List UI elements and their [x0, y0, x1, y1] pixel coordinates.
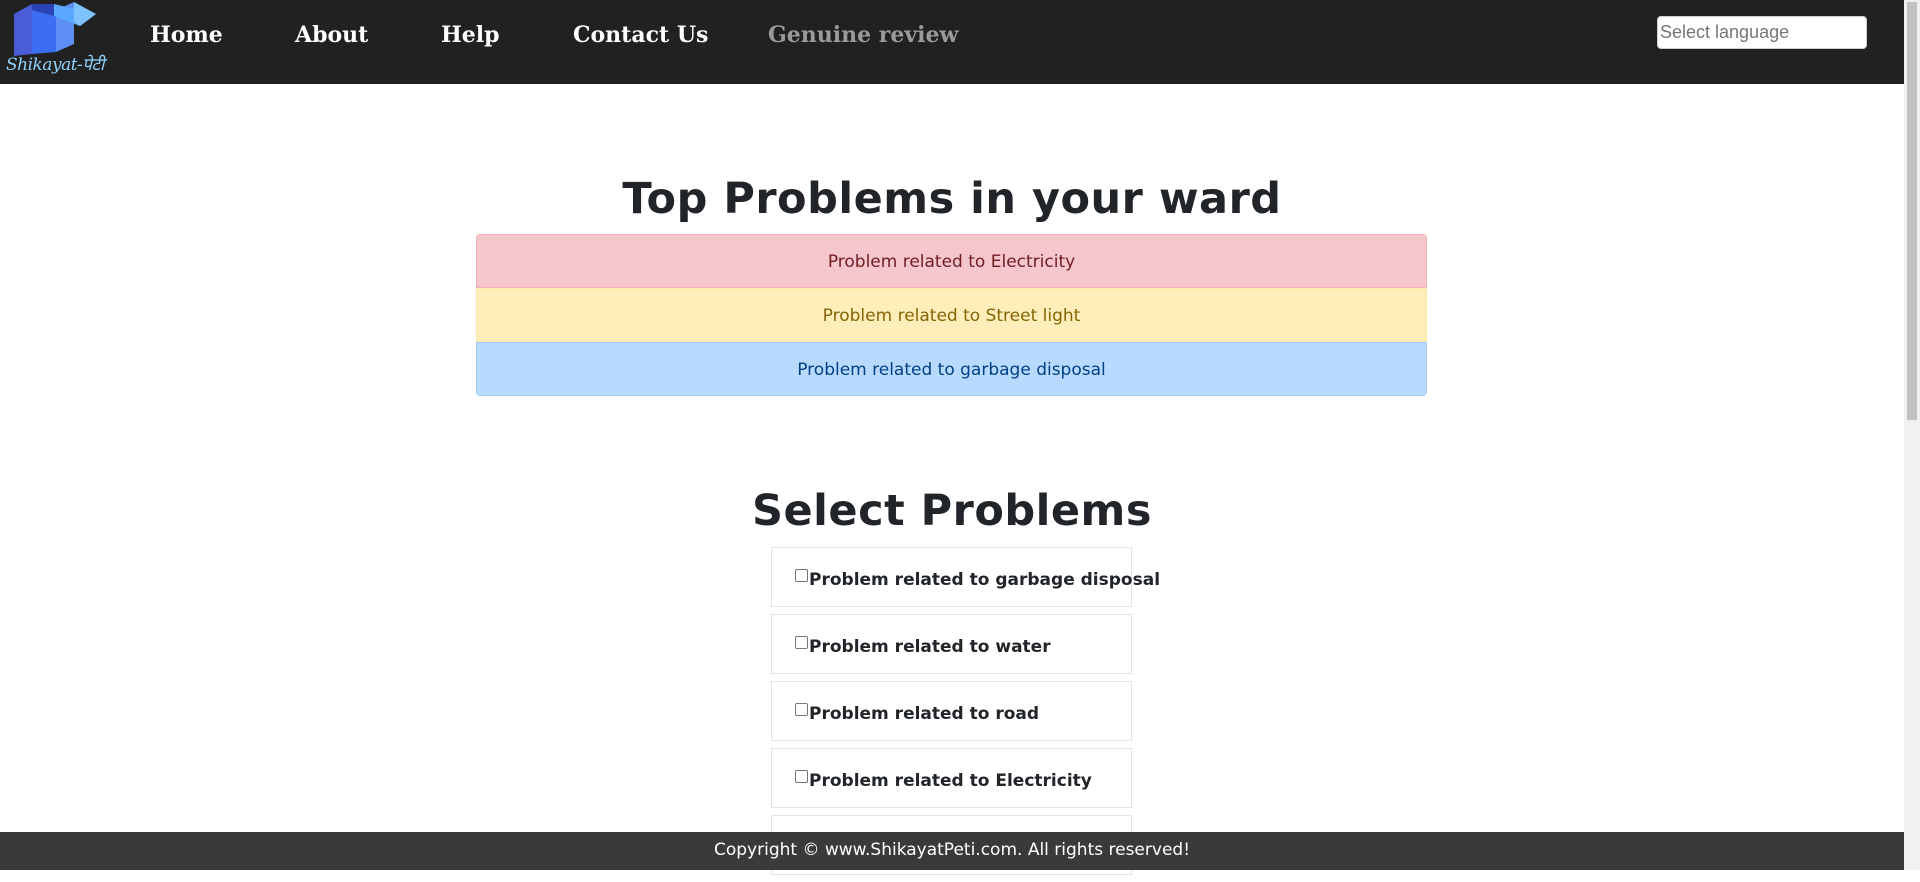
box-logo-icon: [14, 2, 96, 56]
problem-label: Problem related to water: [809, 637, 1051, 657]
top-problem-item: Problem related to Electricity: [476, 234, 1427, 288]
problem-option[interactable]: Problem related to water: [771, 614, 1132, 674]
navbar: Shikayat-पेटी Home About Help Contact Us…: [0, 0, 1904, 84]
problem-checkbox[interactable]: [795, 770, 808, 783]
problem-checkbox[interactable]: [795, 636, 808, 649]
top-problems-title: Top Problems in your ward: [622, 174, 1282, 224]
top-problem-item: Problem related to garbage disposal: [476, 342, 1427, 396]
nav-about[interactable]: About: [295, 22, 368, 48]
problem-label: Problem related to garbage disposal: [809, 570, 1161, 590]
problem-option[interactable]: Problem related to road: [771, 681, 1132, 741]
logo-text: Shikayat-पेटी: [6, 55, 104, 75]
problem-option[interactable]: Problem related to Electricity: [771, 748, 1132, 808]
language-select[interactable]: Select language: [1657, 16, 1867, 49]
nav-genuine-review[interactable]: Genuine review: [768, 22, 958, 48]
problem-label: Problem related to Electricity: [809, 771, 1092, 791]
nav-home[interactable]: Home: [150, 22, 223, 48]
nav-contact-us[interactable]: Contact Us: [573, 22, 708, 48]
problem-label: Problem related to road: [809, 704, 1040, 724]
problem-option[interactable]: Problem related to garbage disposal: [771, 547, 1160, 607]
top-problem-item: Problem related to Street light: [476, 288, 1427, 342]
nav-help[interactable]: Help: [441, 22, 500, 48]
top-problems-list: Problem related to Electricity Problem r…: [476, 234, 1427, 396]
select-problems-title: Select Problems: [752, 486, 1152, 536]
page-scrollbar[interactable]: [1904, 0, 1920, 870]
footer: Copyright © www.ShikayatPeti.com. All ri…: [0, 832, 1904, 870]
scrollbar-thumb[interactable]: [1907, 2, 1917, 420]
problem-checkbox[interactable]: [795, 703, 808, 716]
problem-checkbox[interactable]: [795, 569, 808, 582]
site-logo[interactable]: Shikayat-पेटी: [4, 0, 104, 80]
